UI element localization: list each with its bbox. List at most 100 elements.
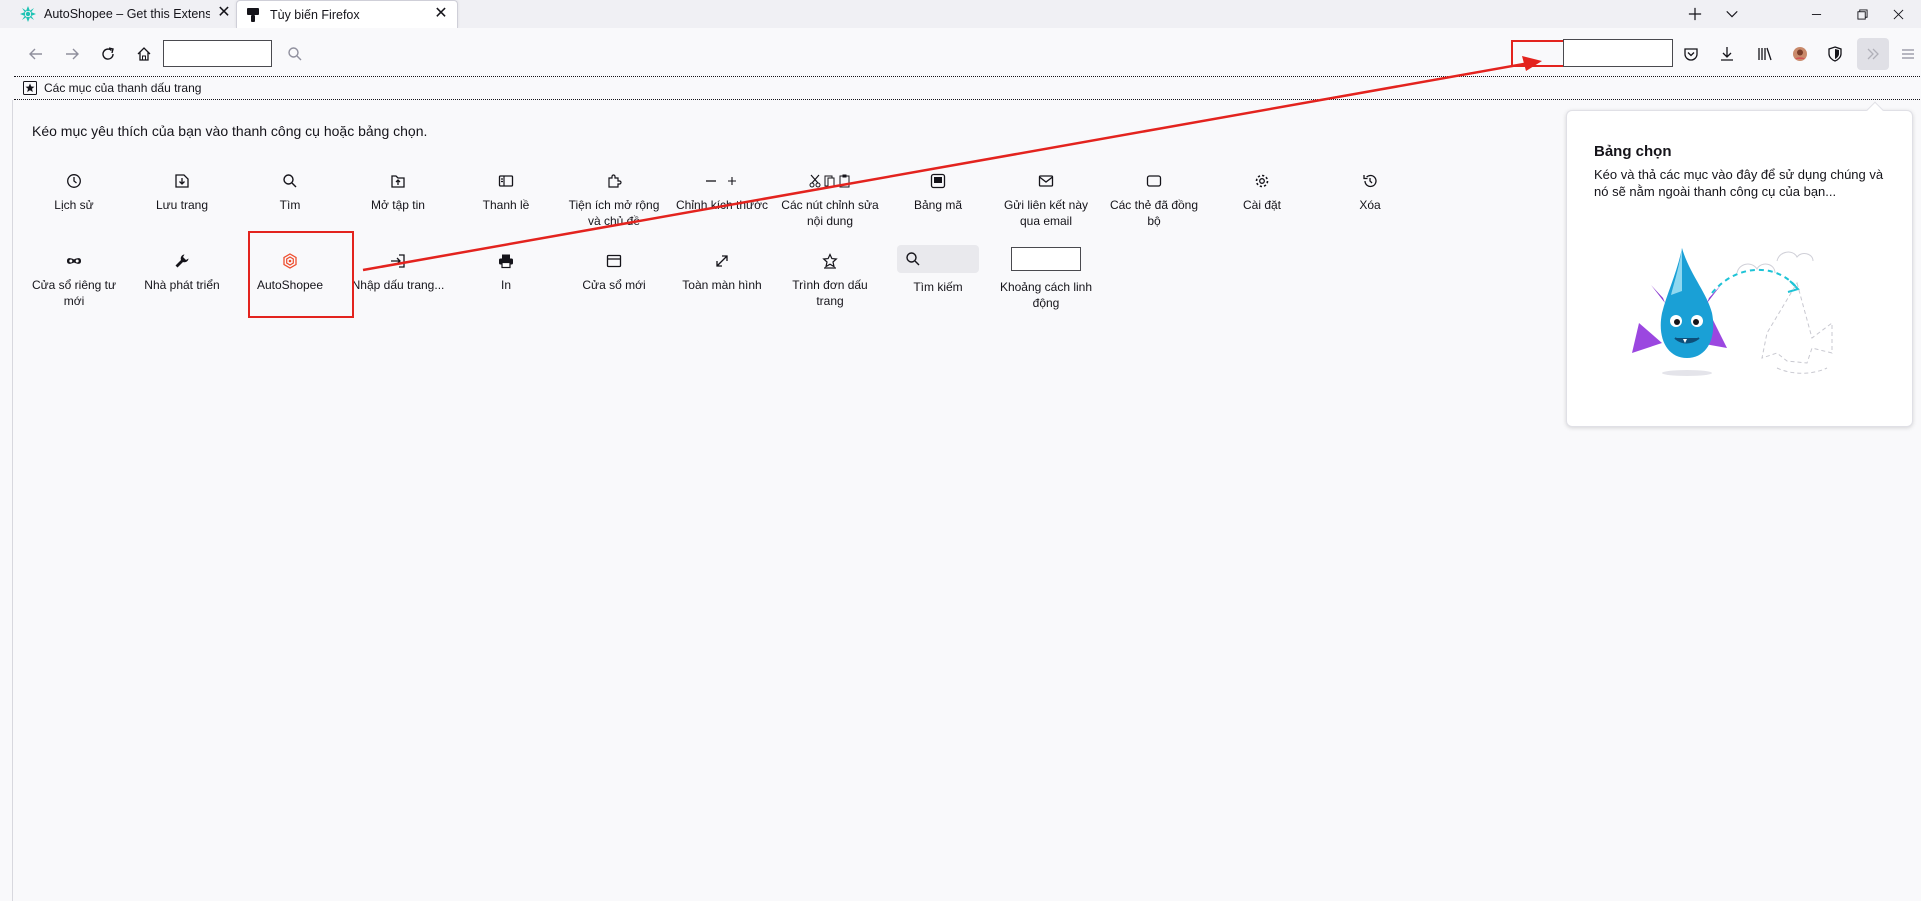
palette-item-private-window[interactable]: Cửa sổ riêng tư mới	[20, 252, 128, 322]
palette-item-sidebar[interactable]: Thanh lề	[452, 172, 560, 242]
palette-item-settings[interactable]: Cài đặt	[1208, 172, 1316, 242]
autoshopee-highlight-box	[248, 231, 354, 318]
flexible-space-highlight	[1511, 40, 1571, 67]
panel-title: Bảng chọn	[1594, 143, 1672, 160]
palette-item-label: Toàn màn hình	[682, 278, 762, 292]
palette-item-zoom-controls[interactable]: Chỉnh kích thước	[668, 172, 776, 242]
customize-area-border	[12, 100, 13, 901]
import-icon	[344, 252, 452, 270]
palette-item-addons[interactable]: Tiện ích mở rộng và chủ đề	[560, 172, 668, 242]
palette-item-label: Nhập dấu trang...	[351, 278, 445, 292]
palette-item-label: Cửa sổ riêng tư mới	[31, 278, 117, 308]
autoshopee-favicon-icon	[20, 6, 36, 22]
overflow-chevrons-icon[interactable]	[1857, 38, 1889, 70]
palette-item-search[interactable]: Tìm kiếm	[884, 245, 992, 315]
hamburger-menu-icon[interactable]	[1895, 41, 1921, 67]
tab-title: Tùy biến Firefox	[270, 7, 360, 22]
shield-icon[interactable]	[1822, 41, 1848, 67]
flexible-space-box	[992, 247, 1100, 271]
palette-item-label: Tìm kiếm	[913, 280, 963, 294]
palette-item-print[interactable]: In	[452, 252, 560, 322]
private-mask-icon	[20, 252, 128, 270]
account-avatar-icon[interactable]	[1787, 41, 1813, 67]
new-tab-icon[interactable]	[1683, 2, 1707, 26]
search-icon	[906, 252, 920, 266]
sidebar-icon	[452, 172, 560, 190]
palette-item-label: Tiện ích mở rộng và chủ đề	[568, 198, 660, 228]
printer-icon	[452, 252, 560, 270]
bookmark-star-icon	[23, 81, 37, 95]
palette-item-flexible-space[interactable]: Khoảng cách linh động	[992, 247, 1100, 317]
dragon-illustration	[1627, 243, 1857, 393]
tab-strip: AutoShopee – Get this Extension ✕ Tùy bi…	[0, 0, 1921, 28]
new-window-icon	[560, 252, 668, 270]
palette-item-save-page[interactable]: Lưu trang	[128, 172, 236, 242]
palette-item-label: Xóa	[1359, 198, 1381, 212]
forward-icon[interactable]	[59, 41, 85, 67]
palette-item-label: Lịch sử	[54, 198, 94, 212]
minimize-icon[interactable]	[1793, 0, 1839, 28]
palette-item-new-window[interactable]: Cửa sổ mới	[560, 252, 668, 322]
close-window-icon[interactable]	[1875, 0, 1921, 28]
search-icon[interactable]	[282, 41, 308, 67]
palette-item-label: Chỉnh kích thước	[676, 198, 768, 212]
close-icon[interactable]: ✕	[433, 6, 449, 22]
synced-tabs-icon	[1100, 172, 1208, 190]
search-bar[interactable]	[1563, 39, 1673, 67]
palette-item-label: Cửa sổ mới	[582, 278, 646, 292]
url-bar[interactable]	[163, 40, 272, 67]
tab-autoshopee[interactable]: AutoShopee – Get this Extension ✕	[14, 0, 232, 28]
palette-item-bookmarks-menu[interactable]: Trình đơn dấu trang	[776, 252, 884, 322]
search-icon	[236, 172, 344, 190]
close-icon[interactable]: ✕	[216, 5, 232, 21]
palette-item-label: Gửi liên kết này qua email	[1003, 198, 1089, 228]
nav-bar	[0, 28, 1921, 78]
palette-item-label: Khoảng cách linh động	[999, 280, 1093, 310]
palette-search-box	[884, 245, 992, 273]
search-box	[897, 245, 979, 273]
palette-item-history[interactable]: Lịch sử	[20, 172, 128, 242]
tab-customize-firefox[interactable]: Tùy biến Firefox ✕	[236, 0, 458, 28]
palette-item-label: Các nút chỉnh sửa nội dung	[781, 198, 879, 228]
download-icon[interactable]	[1714, 41, 1740, 67]
overflow-menu-panel[interactable]: Bảng chọn Kéo và thả các mục vào đây để …	[1566, 101, 1913, 427]
palette-item-open-file[interactable]: Mở tập tin	[344, 172, 452, 242]
palette-item-label: In	[500, 278, 511, 292]
clock-icon	[20, 172, 128, 190]
palette-item-label: Các thẻ đã đồng bộ	[1109, 198, 1199, 228]
gear-icon	[1208, 172, 1316, 190]
palette-item-import-bookmarks[interactable]: Nhập dấu trang...	[344, 252, 452, 322]
palette-item-edit-controls[interactable]: Các nút chỉnh sửa nội dung	[776, 172, 884, 242]
edit-controls-icon	[776, 172, 884, 190]
flexible-space-outline	[1011, 247, 1081, 271]
palette-item-forget[interactable]: Xóa	[1316, 172, 1424, 242]
panel-arrow	[1866, 101, 1884, 119]
customize-instructions: Kéo mục yêu thích của bạn vào thanh công…	[32, 123, 428, 139]
fullscreen-icon	[668, 252, 776, 270]
palette-item-fullscreen[interactable]: Toàn màn hình	[668, 252, 776, 322]
bookmarks-toolbar-items-label[interactable]: Các mục của thanh dấu trang	[44, 81, 201, 95]
palette-item-label: Cài đặt	[1242, 198, 1282, 212]
home-icon[interactable]	[131, 41, 157, 67]
bookmark-menu-icon	[776, 252, 884, 270]
wrench-icon	[128, 252, 236, 270]
zoom-controls-icon	[668, 172, 776, 190]
palette-item-label: Bảng mã	[913, 198, 963, 212]
reload-icon[interactable]	[95, 41, 121, 67]
text-encoding-icon	[884, 172, 992, 190]
panel-description: Kéo và thả các mục vào đây để sử dụng ch…	[1594, 167, 1884, 199]
forget-icon	[1316, 172, 1424, 190]
palette-item-synced-tabs[interactable]: Các thẻ đã đồng bộ	[1100, 172, 1208, 242]
open-file-icon	[344, 172, 452, 190]
palette-item-text-encoding[interactable]: Bảng mã	[884, 172, 992, 242]
palette-item-email-link[interactable]: Gửi liên kết này qua email	[992, 172, 1100, 242]
palette-item-developer[interactable]: Nhà phát triển	[128, 252, 236, 322]
back-icon[interactable]	[23, 41, 49, 67]
library-icon[interactable]	[1752, 41, 1778, 67]
palette-item-label: Lưu trang	[155, 198, 209, 212]
pocket-icon[interactable]	[1678, 41, 1704, 67]
palette-item-label: Thanh lề	[482, 198, 530, 212]
palette-item-label: Nhà phát triển	[144, 278, 220, 292]
tab-list-chevron-down-icon[interactable]	[1720, 2, 1744, 26]
bookmarks-toolbar: Các mục của thanh dấu trang	[14, 76, 1921, 100]
